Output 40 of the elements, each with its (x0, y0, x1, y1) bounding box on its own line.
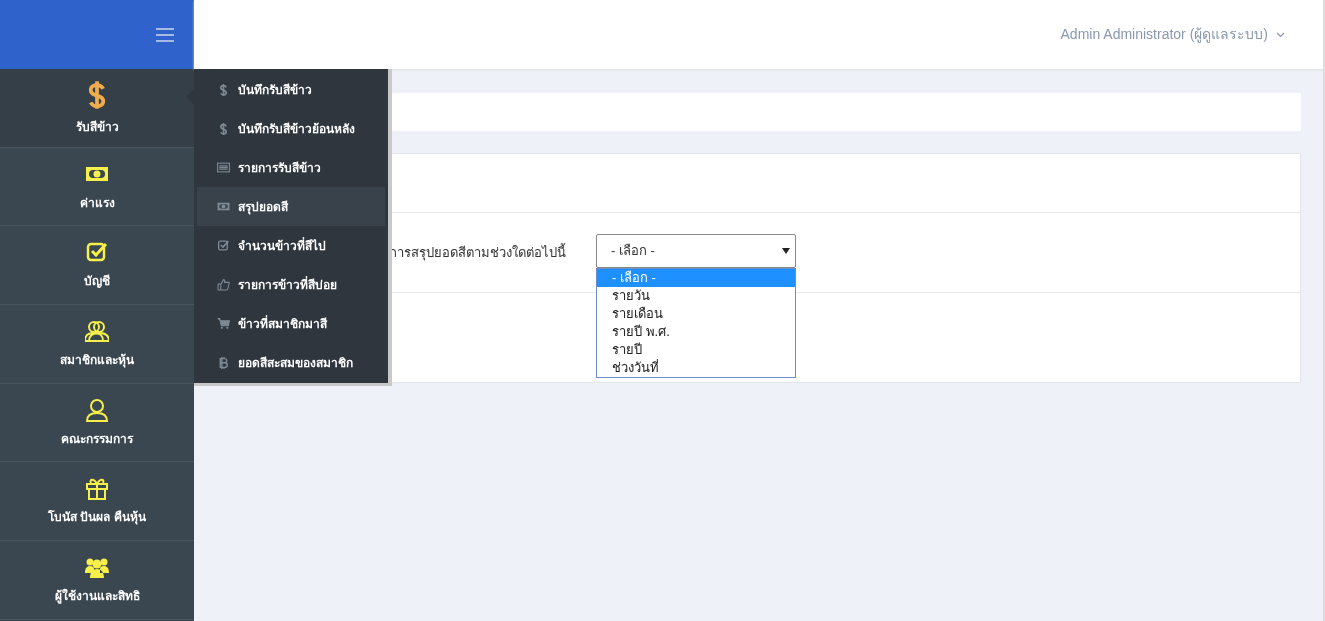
sidebar-label: โบนัส ปันผล คืนหุ้น (48, 509, 146, 527)
menu-icon[interactable] (156, 27, 174, 42)
dropdown-option[interactable]: รายเดือน (597, 305, 795, 323)
caret-icon (1276, 31, 1285, 38)
sidebar-label: รับสีข้าว (75, 118, 119, 136)
submenu-item[interactable]: ยอดสีสะสมของสมาชิก (197, 343, 385, 382)
sidebar-item[interactable]: ผู้ใช้งานและสิทธิ (0, 541, 194, 620)
dollar-icon (217, 120, 230, 137)
sidebar-label: บัญชี (84, 273, 110, 291)
sidebar-label: สมาชิกและหุ้น (60, 351, 134, 369)
users-icon (85, 318, 109, 343)
bitcoin-icon (217, 354, 230, 371)
caret-icon (782, 248, 790, 254)
dropdown-option[interactable]: ช่วงวันที่ (597, 359, 795, 377)
banknote-icon (217, 200, 230, 213)
submenu-item[interactable]: บันทึกรับสีข้าวย้อนหลัง (197, 109, 385, 148)
sidebar-item[interactable]: คณะกรรมการ (0, 383, 194, 463)
submenu-item[interactable]: รายการรับสีข้าว (197, 148, 385, 187)
submenu-item[interactable]: สรุปยอดสี (197, 187, 385, 226)
submenu-item[interactable]: จำนวนข้าวที่สีไป (197, 226, 385, 265)
submenu-item[interactable]: บันทึกรับสีข้าว (197, 70, 385, 109)
sidebar-label: ค่าแรง (79, 194, 115, 212)
submenu-item[interactable]: รายการข้าวที่สีบ่อย (197, 265, 385, 304)
select-field[interactable]: - เลือก - (596, 234, 796, 268)
list-icon (217, 161, 230, 174)
sidebar-item[interactable]: โบนัส ปันผล คืนหุ้น (0, 462, 194, 542)
field-label: การสรุปยอดสีตามช่วงใดต่อไปนี้ (389, 242, 566, 263)
checkbox-icon (217, 239, 230, 252)
submenu-item[interactable]: ข้าวที่สมาชิกมาสี (197, 304, 385, 343)
dropdown-option[interactable]: รายปี พ.ศ. (597, 323, 795, 341)
thumbs-up-icon (217, 278, 230, 291)
gift-icon (85, 476, 109, 501)
dropdown-option[interactable]: รายวัน (597, 287, 795, 305)
sidebar-item[interactable]: รับสีข้าว (0, 69, 194, 148)
dropdown-option[interactable]: รายปี (597, 341, 795, 359)
sidebar-label: คณะกรรมการ (61, 430, 133, 448)
cart-icon (217, 317, 230, 330)
user-icon (85, 397, 109, 422)
sidebar-label: ผู้ใช้งานและสิทธิ (54, 587, 140, 605)
dollar-icon (217, 81, 230, 98)
